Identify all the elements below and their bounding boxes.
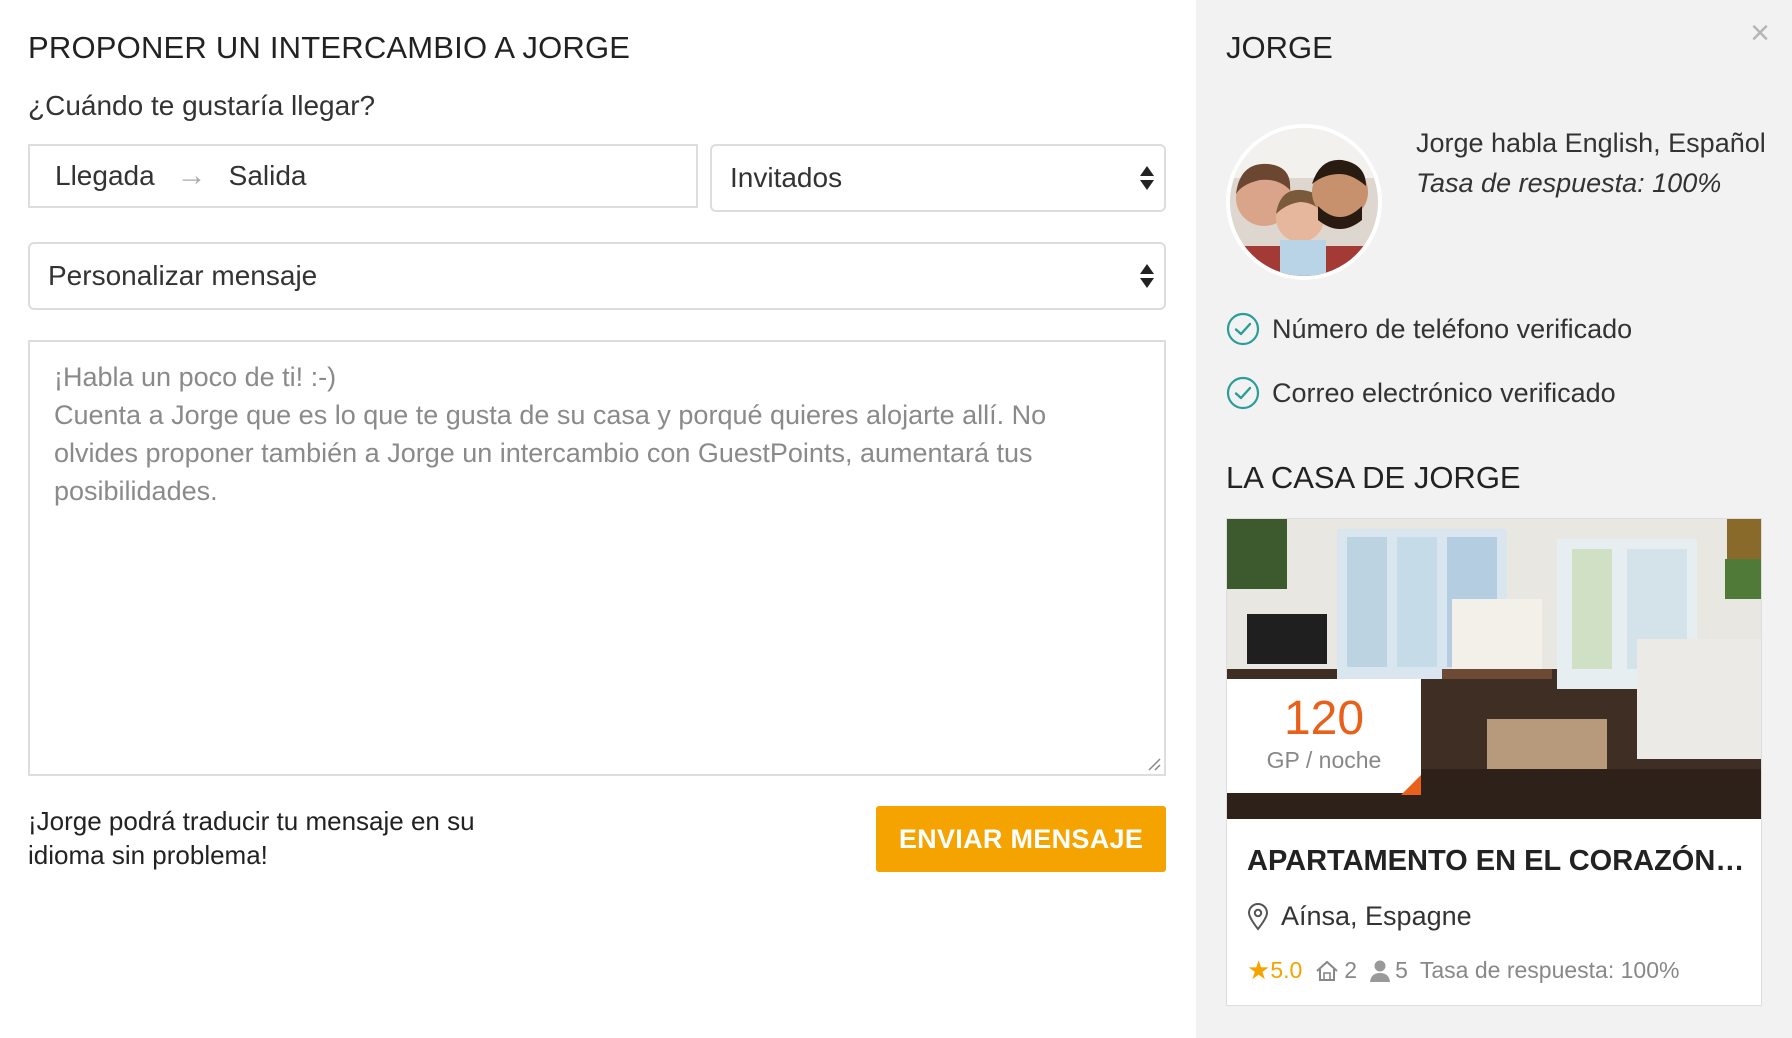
price-corner <box>1401 775 1421 795</box>
custom-message-label: Personalizar mensaje <box>48 260 318 291</box>
host-languages: Jorge habla English, Español <box>1416 128 1766 158</box>
date-range-picker[interactable]: Llegada → Salida <box>28 144 698 208</box>
house-rooms-icon <box>1316 960 1338 981</box>
custom-message-select[interactable]: Personalizar mensaje <box>28 242 1166 310</box>
send-message-button[interactable]: ENVIAR MENSAJE <box>876 806 1166 872</box>
host-name: JORGE <box>1226 30 1333 65</box>
price-badge: 120 GP / noche <box>1227 679 1421 795</box>
message-textarea[interactable]: ¡Habla un poco de ti! :-) Cuenta a Jorge… <box>28 340 1166 776</box>
listing-location: Aínsa, Espagne <box>1247 901 1472 932</box>
listing-rating: 5.0 <box>1270 957 1303 983</box>
listing-card[interactable]: 120 GP / noche APARTAMENTO EN EL CORAZÓN… <box>1226 518 1762 1006</box>
arrow-right-icon: → <box>176 159 207 192</box>
host-panel: × JORGE Jorge habla English, Español Tas… <box>1196 0 1792 1038</box>
departure-date[interactable]: Salida <box>229 160 307 192</box>
family-photo-icon <box>1230 128 1378 276</box>
check-circle-icon <box>1226 376 1260 410</box>
listing-title[interactable]: APARTAMENTO EN EL CORAZÓN ... <box>1247 845 1747 878</box>
select-arrows-icon <box>1140 264 1154 288</box>
listing-response-rate: Tasa de respuesta: 100% <box>1419 957 1680 983</box>
verification-label: Número de teléfono verificado <box>1272 313 1633 344</box>
message-placeholder: ¡Habla un poco de ti! :-) Cuenta a Jorge… <box>54 362 1047 506</box>
listing-stats: ★ 5.0 2 5 Tasa de respuesta: 100% <box>1247 955 1679 986</box>
guests-select-label: Invitados <box>730 162 843 193</box>
verification-label: Correo electrónico verificado <box>1272 377 1616 408</box>
arrival-date[interactable]: Llegada <box>55 160 155 192</box>
modal-title: PROPONER UN INTERCAMBIO A JORGE <box>28 30 631 65</box>
proposal-form: PROPONER UN INTERCAMBIO A JORGE ¿Cuándo … <box>0 0 1196 1038</box>
home-section-title: LA CASA DE JORGE <box>1226 460 1521 495</box>
listing-photo[interactable]: 120 GP / noche <box>1227 519 1761 819</box>
resize-handle-icon[interactable] <box>1145 755 1161 771</box>
listing-rooms: 2 <box>1344 957 1358 983</box>
verification-item: Número de teléfono verificado <box>1226 312 1632 346</box>
person-icon <box>1370 960 1391 982</box>
arrival-question: ¿Cuándo te gustaría llegar? <box>28 90 376 121</box>
host-avatar[interactable] <box>1226 124 1382 280</box>
select-arrows-icon <box>1140 166 1154 190</box>
star-icon: ★ <box>1247 955 1271 985</box>
location-text: Aínsa, Espagne <box>1281 901 1472 931</box>
exchange-modal: PROPONER UN INTERCAMBIO A JORGE ¿Cuándo … <box>0 0 1792 1038</box>
map-pin-icon <box>1247 902 1269 931</box>
verification-item: Correo electrónico verificado <box>1226 376 1616 410</box>
price-unit: GP / noche <box>1266 747 1382 773</box>
price-value: 120 <box>1283 692 1365 745</box>
close-icon[interactable]: × <box>1750 14 1770 53</box>
check-circle-icon <box>1226 312 1260 346</box>
translation-note: ¡Jorge podrá traducir tu mensaje en su i… <box>28 806 475 870</box>
listing-guests: 5 <box>1395 957 1408 983</box>
guests-select[interactable]: Invitados <box>710 144 1166 212</box>
host-response-rate: Tasa de respuesta: 100% <box>1416 168 1722 198</box>
